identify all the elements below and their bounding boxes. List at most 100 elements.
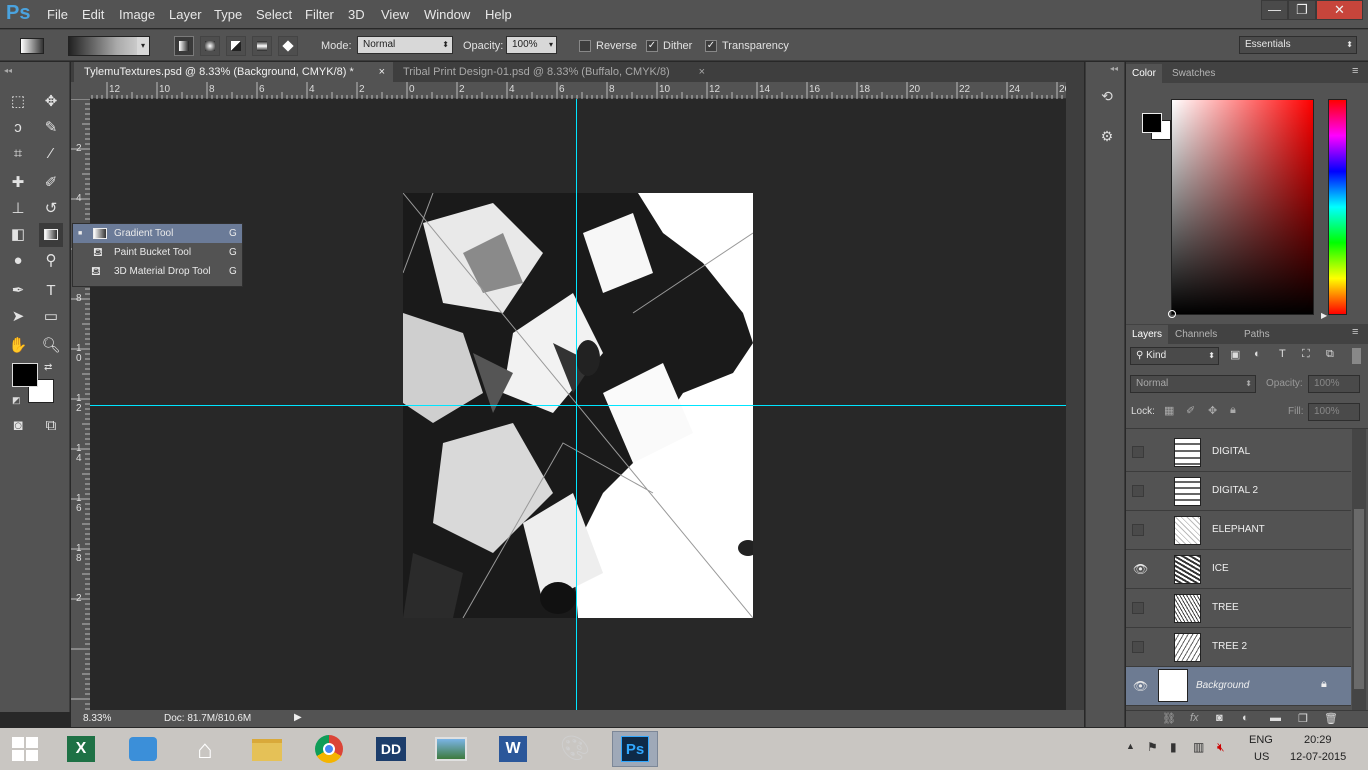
fill-input[interactable]: 100%	[1308, 403, 1360, 421]
layer-row[interactable]: TREE	[1126, 589, 1351, 628]
show-hidden-icons[interactable]: ▲	[1126, 741, 1135, 751]
menu-window[interactable]: Window	[424, 7, 470, 22]
blend-mode-select[interactable]: Normal ⬍	[1130, 375, 1256, 393]
gradient-tool-icon[interactable]	[39, 223, 63, 247]
start-button[interactable]	[2, 731, 48, 767]
gradient-tool-preset-icon[interactable]	[20, 38, 44, 54]
menu-edit[interactable]: Edit	[82, 7, 104, 22]
ruler-origin[interactable]	[71, 82, 90, 99]
swap-colors-icon[interactable]: ⇄	[44, 362, 52, 373]
panel-menu-icon[interactable]: ≡	[1352, 65, 1358, 77]
close-button[interactable]: ✕	[1316, 0, 1363, 20]
link-icon[interactable]: ⛓	[1162, 712, 1176, 725]
layer-row[interactable]: DIGITAL	[1126, 433, 1351, 472]
language-code[interactable]: ENG	[1249, 734, 1273, 746]
canvas-area[interactable]	[90, 99, 1066, 710]
filter-shape-icon[interactable]: ⛶	[1302, 348, 1310, 361]
chrome-icon[interactable]	[306, 731, 352, 767]
menu-3d[interactable]: 3D	[348, 7, 365, 22]
minimize-button[interactable]: —	[1261, 0, 1288, 20]
properties-panel-icon[interactable]: ⚙	[1096, 128, 1118, 150]
word-icon[interactable]: W	[490, 731, 536, 767]
zoom-level[interactable]: 8.33%	[83, 713, 111, 724]
file-explorer-icon[interactable]	[244, 731, 290, 767]
menu-type[interactable]: Type	[214, 7, 242, 22]
history-brush-tool-icon[interactable]: ↺	[39, 197, 63, 221]
pen-tool-icon[interactable]: ✒	[6, 279, 30, 303]
blur-tool-icon[interactable]: ●	[6, 249, 30, 273]
color-panel-foreground[interactable]	[1142, 113, 1162, 133]
dolby-icon[interactable]: DD	[368, 731, 414, 767]
close-icon[interactable]: ×	[699, 62, 705, 82]
reverse-checkbox[interactable]	[579, 40, 591, 52]
expand-dock-icon[interactable]: ◂◂	[1110, 64, 1118, 73]
layer-opacity-input[interactable]: 100%	[1308, 375, 1360, 393]
menu-file[interactable]: File	[47, 7, 68, 22]
excel-icon[interactable]: X	[58, 731, 104, 767]
eye-icon[interactable]: 👁︎	[1132, 680, 1148, 692]
visibility-toggle[interactable]	[1132, 641, 1144, 653]
flyout-3d-material-drop-tool[interactable]: ⛾ 3D Material Drop Tool G	[73, 262, 242, 281]
layer-row[interactable]: TREE 2	[1126, 628, 1351, 667]
eyedropper-tool-icon[interactable]: ⁄	[39, 142, 63, 166]
visibility-toggle[interactable]	[1132, 485, 1144, 497]
dither-checkbox[interactable]: ✓	[646, 40, 658, 52]
eraser-tool-icon[interactable]: ◧	[6, 223, 30, 247]
photoshop-icon[interactable]: Ps	[612, 731, 658, 767]
filter-type-icon[interactable]: T	[1279, 348, 1286, 360]
tab-tribal-print[interactable]: Tribal Print Design-01.psd @ 8.33% (Buff…	[393, 62, 711, 82]
close-icon[interactable]: ×	[379, 62, 385, 82]
menu-image[interactable]: Image	[119, 7, 155, 22]
horizontal-guide[interactable]	[90, 405, 1066, 406]
canvas-scrollbar[interactable]	[1066, 82, 1084, 710]
layers-scrollbar-thumb[interactable]	[1354, 509, 1364, 689]
lock-all-icon[interactable]: 🔒︎	[1230, 404, 1236, 417]
volume-muted-icon[interactable]: 🔇︎	[1217, 740, 1225, 755]
radial-gradient-button[interactable]	[200, 36, 220, 56]
lock-position-icon[interactable]: ✥	[1208, 404, 1217, 417]
mode-select[interactable]: Normal ⬍	[357, 36, 453, 54]
filter-pixel-icon[interactable]: ▣	[1230, 348, 1240, 361]
clock-time[interactable]: 20:29	[1304, 734, 1332, 746]
photos-icon[interactable]	[428, 731, 474, 767]
hue-slider[interactable]	[1328, 99, 1347, 315]
quick-selection-tool-icon[interactable]: ✎	[39, 116, 63, 140]
filter-kind-select[interactable]: ⚲ Kind ⬍	[1130, 347, 1219, 365]
home-icon[interactable]: ⌂	[182, 731, 228, 767]
mask-icon[interactable]: ◙	[1216, 712, 1223, 724]
folder-icon[interactable]: ▬	[1270, 712, 1281, 724]
horizontal-ruler[interactable]: 1210864202468101214161820222426	[90, 82, 1066, 99]
fx-icon[interactable]: fx	[1190, 712, 1199, 724]
status-menu-arrow-icon[interactable]: ▶	[294, 712, 302, 723]
quick-mask-icon[interactable]: ◙	[6, 414, 30, 438]
new-layer-icon[interactable]: ❐	[1298, 712, 1308, 725]
collapse-icon[interactable]: ◂◂	[4, 66, 12, 75]
layer-row[interactable]: 👁︎ ICE	[1126, 550, 1351, 589]
hue-slider-handle-icon[interactable]: ▶	[1321, 311, 1327, 320]
zoom-tool-icon[interactable]: 🔍︎	[39, 334, 63, 358]
crop-tool-icon[interactable]: ⌗	[6, 142, 30, 166]
layer-row-selected[interactable]: 👁︎ Background 🔒︎	[1126, 667, 1351, 706]
gradient-picker[interactable]: ▾	[68, 36, 150, 56]
linear-gradient-button[interactable]	[174, 36, 194, 56]
marquee-tool-icon[interactable]: ⬚	[6, 90, 30, 114]
color-field[interactable]	[1168, 99, 1314, 318]
foreground-color-swatch[interactable]	[12, 363, 38, 387]
eye-icon[interactable]: 👁︎	[1132, 563, 1148, 575]
visibility-toggle[interactable]	[1132, 524, 1144, 536]
layers-scrollbar[interactable]	[1352, 429, 1366, 710]
hand-tool-icon[interactable]: ✋	[6, 334, 30, 358]
color-picker-handle[interactable]	[1168, 310, 1176, 318]
workspace-select[interactable]: Essentials ⬍	[1239, 36, 1357, 54]
menu-filter[interactable]: Filter	[305, 7, 334, 22]
brush-tool-icon[interactable]: ✐	[39, 171, 63, 195]
type-tool-icon[interactable]: T	[39, 279, 63, 303]
reflected-gradient-button[interactable]	[252, 36, 272, 56]
flag-icon[interactable]: ⚑	[1147, 740, 1158, 754]
adjustment-icon[interactable]: ◐	[1242, 712, 1249, 724]
opacity-input[interactable]: 100% ▾	[506, 36, 557, 54]
tab-channels[interactable]: Channels	[1169, 325, 1223, 344]
tab-color[interactable]: Color	[1126, 64, 1162, 83]
vertical-ruler[interactable]: 246810121416182	[71, 99, 90, 710]
visibility-toggle[interactable]	[1132, 446, 1144, 458]
